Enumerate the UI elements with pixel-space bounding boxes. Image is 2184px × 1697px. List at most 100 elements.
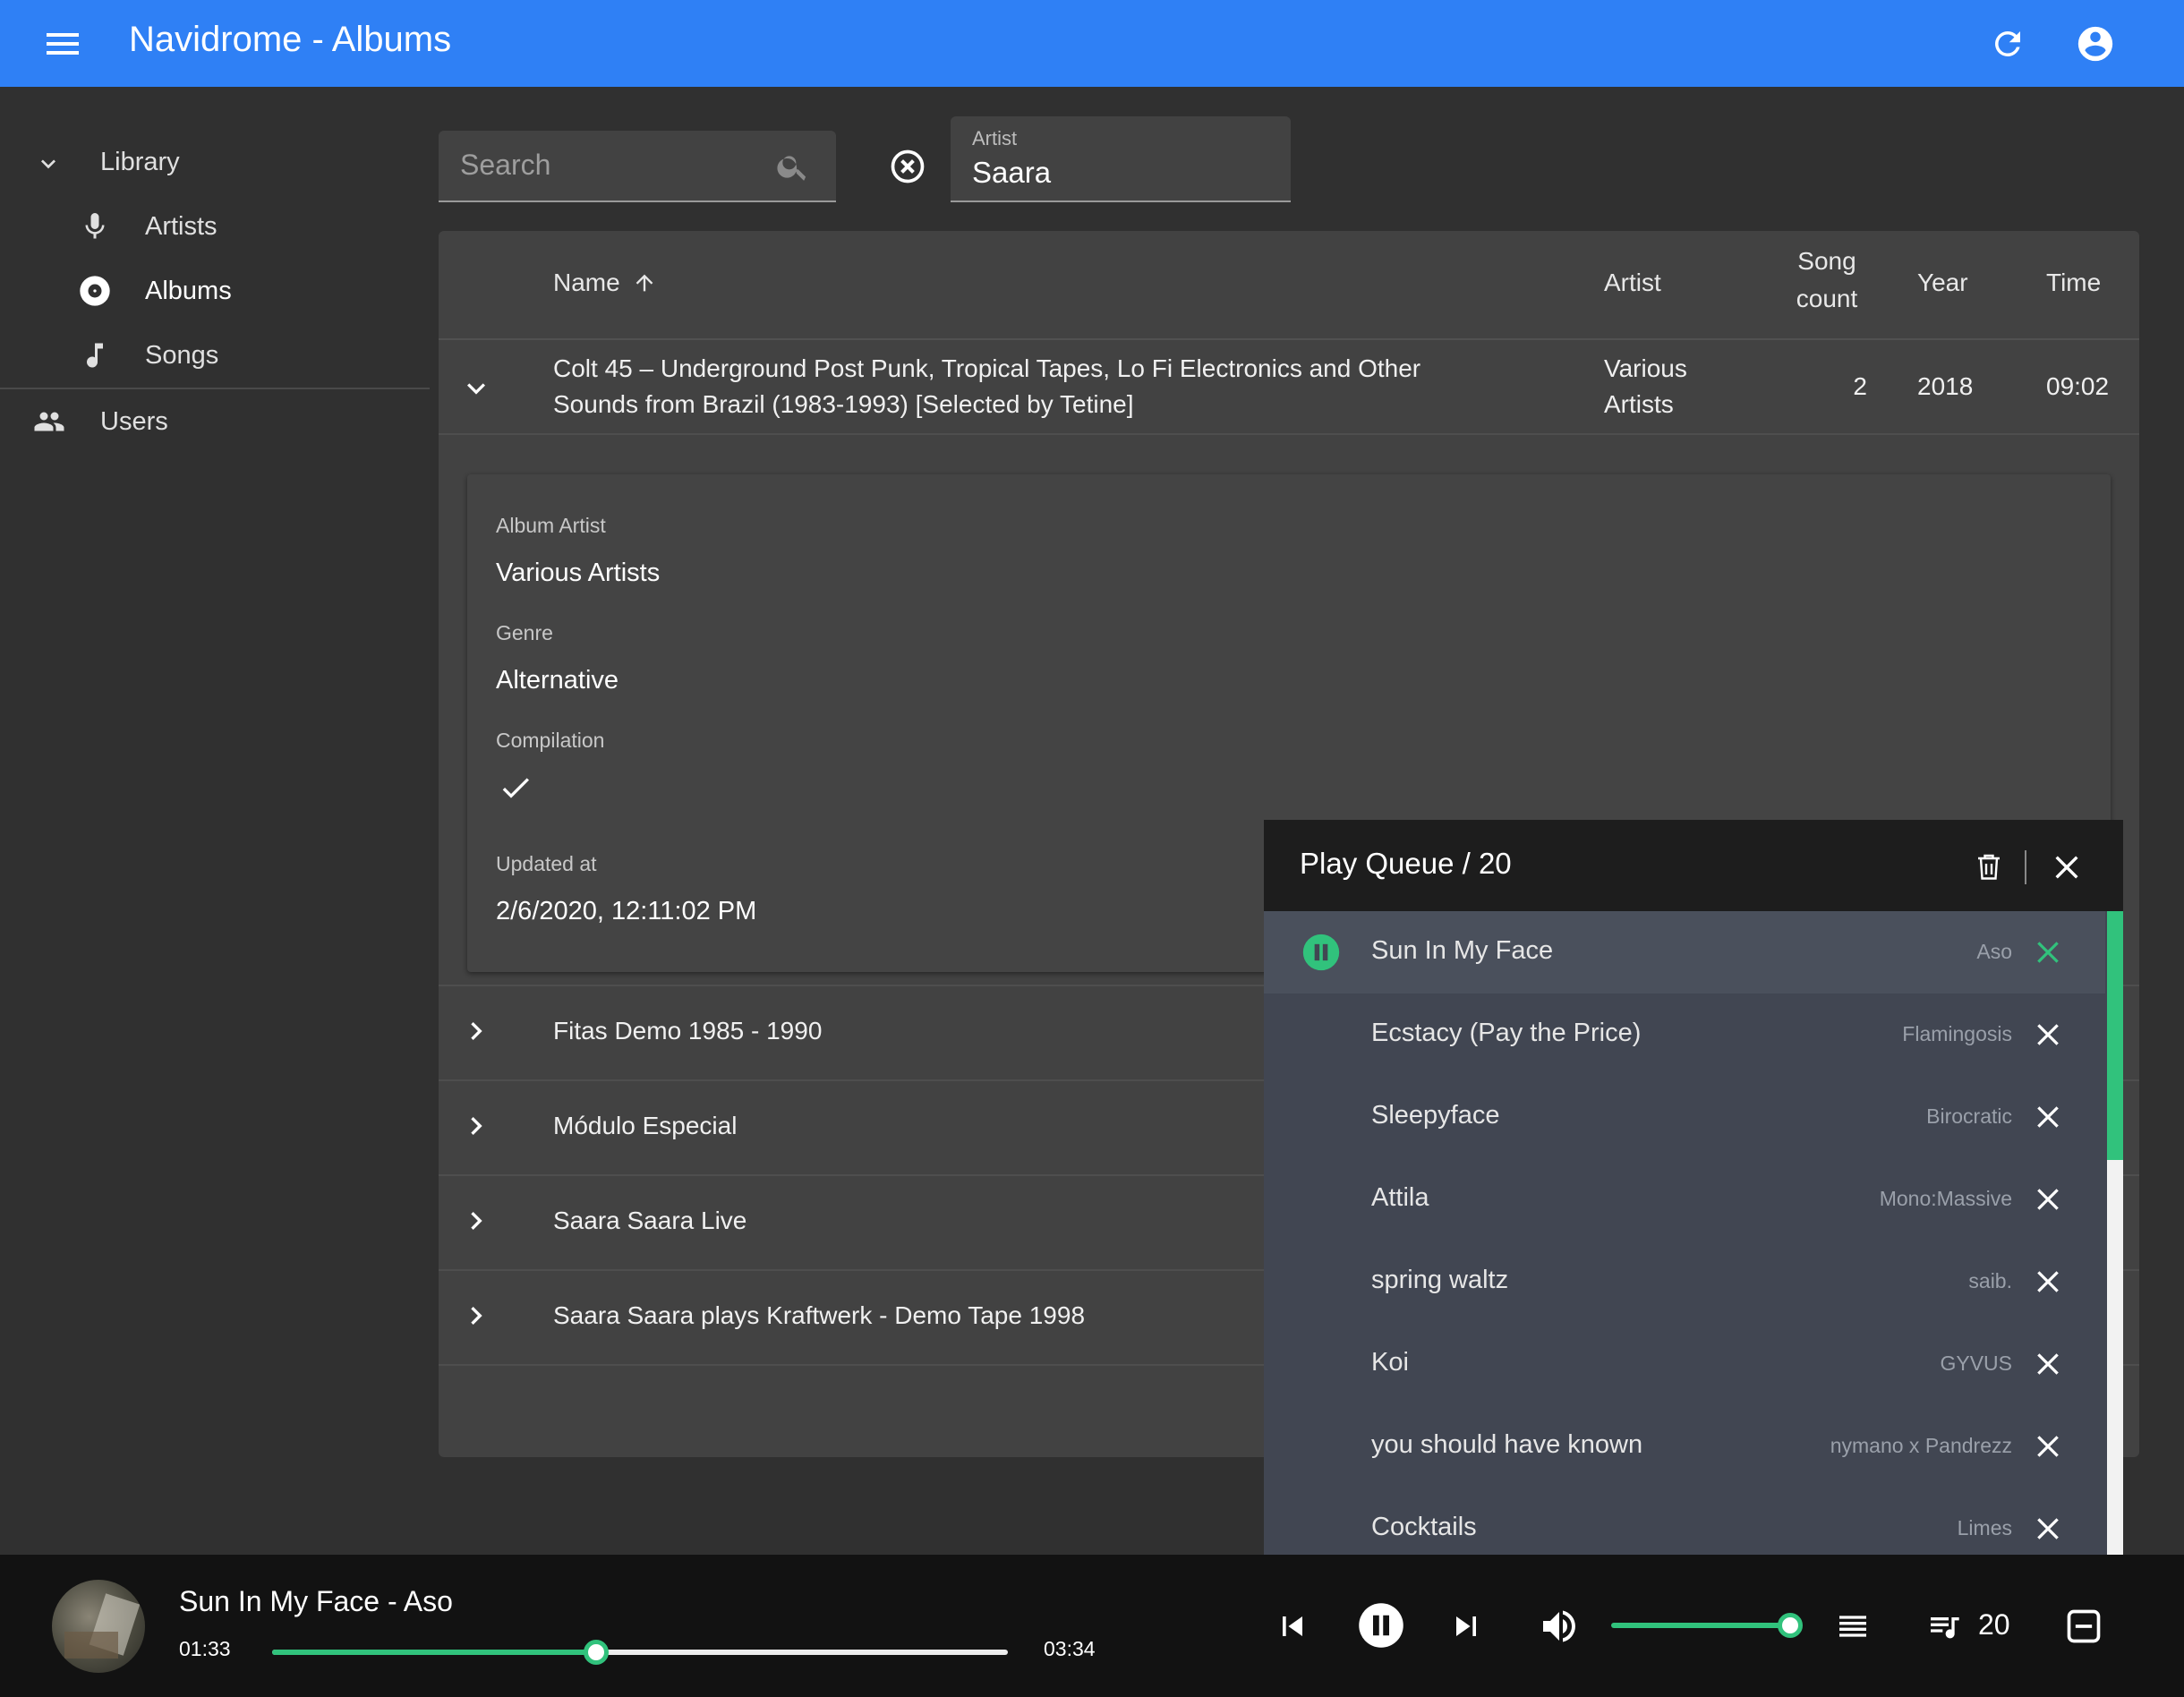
column-header-artist[interactable]: Artist	[1604, 269, 1661, 297]
album-year: 2018	[1917, 372, 1974, 400]
clear-filter-icon[interactable]	[888, 147, 927, 191]
queue-item[interactable]: Attila Mono:Massive	[1264, 1158, 2105, 1241]
genre-value: Alternative	[496, 666, 619, 695]
search-icon	[775, 149, 811, 189]
sidebar-item-users[interactable]: Users	[0, 389, 430, 454]
chevron-right-icon[interactable]	[458, 1298, 494, 1338]
skip-previous-icon[interactable]	[1273, 1607, 1312, 1650]
queue-item[interactable]: Ecstacy (Pay the Price) Flamingosis	[1264, 993, 2105, 1076]
album-cover[interactable]	[52, 1580, 145, 1673]
remove-icon[interactable]	[2034, 1020, 2062, 1053]
sidebar-item-label: Songs	[145, 340, 219, 370]
queue-item[interactable]: Sun In My Face Aso	[1264, 911, 2105, 993]
queue-item[interactable]: you should have known nymano x Pandrezz	[1264, 1405, 2105, 1488]
total-time: 03:34	[1044, 1637, 1096, 1660]
trash-icon[interactable]	[1973, 848, 2005, 889]
sidebar-item-albums[interactable]: Albums	[0, 259, 430, 323]
menu-icon[interactable]	[45, 30, 81, 58]
updated-at-value: 2/6/2020, 12:11:02 PM	[496, 897, 757, 925]
queue-item[interactable]: Koi GYVUS	[1264, 1323, 2105, 1405]
queue-item-title: Koi	[1371, 1348, 1409, 1377]
artist-filter-value: Saara	[972, 156, 1052, 189]
current-time: 01:33	[179, 1637, 231, 1660]
queue-item-artist: GYVUS	[1940, 1352, 2012, 1375]
skip-next-icon[interactable]	[1446, 1607, 1486, 1650]
remove-icon[interactable]	[2034, 1185, 2062, 1218]
column-header-time[interactable]: Time	[2046, 269, 2101, 297]
album-name: Módulo Especial	[553, 1112, 738, 1139]
search-input[interactable]: Search	[439, 131, 836, 202]
sidebar-item-label: Users	[100, 406, 168, 436]
queue-item-title: Cocktails	[1371, 1513, 1477, 1541]
column-header-label: Name	[553, 269, 620, 296]
column-header-song-count[interactable]: Song count	[1787, 247, 1867, 313]
header-separator	[2025, 850, 2026, 884]
search-placeholder: Search	[460, 149, 551, 181]
volume-icon[interactable]	[1538, 1605, 1581, 1652]
remove-icon[interactable]	[2034, 938, 2062, 971]
updated-at-label: Updated at	[496, 852, 597, 875]
remove-icon[interactable]	[2034, 1514, 2062, 1548]
column-header-name[interactable]: Name	[553, 269, 653, 297]
volume-handle[interactable]	[1778, 1613, 1803, 1638]
album-name: Saara Saara Live	[553, 1207, 747, 1234]
queue-item-artist: Limes	[1957, 1516, 2012, 1539]
queue-item-title: Ecstacy (Pay the Price)	[1371, 1019, 1642, 1047]
queue-item-artist: Mono:Massive	[1879, 1187, 2012, 1210]
app-title: Navidrome - Albums	[129, 20, 452, 59]
column-header-year[interactable]: Year	[1917, 269, 1968, 297]
progress-handle[interactable]	[583, 1640, 609, 1665]
queue-item[interactable]: Cocktails Limes	[1264, 1488, 2105, 1556]
album-name: Colt 45 – Underground Post Punk, Tropica…	[553, 351, 1420, 422]
queue-item-title: Attila	[1371, 1183, 1429, 1212]
sidebar-item-label: Artists	[145, 211, 218, 241]
album-name: Fitas Demo 1985 - 1990	[553, 1017, 823, 1045]
remove-icon[interactable]	[2034, 1432, 2062, 1465]
queue-count: 20	[1978, 1608, 2010, 1641]
sidebar-item-library[interactable]: Library	[0, 130, 430, 194]
sidebar-item-artists[interactable]: Artists	[0, 194, 430, 259]
microphone-icon	[79, 209, 111, 244]
chevron-right-icon[interactable]	[458, 1203, 494, 1243]
queue-item-title: spring waltz	[1371, 1266, 1509, 1294]
chevron-right-icon[interactable]	[458, 1013, 494, 1053]
pause-icon[interactable]	[1301, 933, 1341, 976]
queue-item-artist: Flamingosis	[1902, 1022, 2012, 1045]
minimize-player-icon[interactable]	[2064, 1607, 2103, 1650]
account-circle-icon[interactable]	[2075, 23, 2116, 69]
column-header-label: count	[1796, 285, 1858, 312]
queue-item-title: you should have known	[1371, 1430, 1643, 1459]
queue-item-title: Sleepyface	[1371, 1101, 1500, 1130]
queue-item-artist: Aso	[1976, 940, 2012, 963]
remove-icon[interactable]	[2034, 1267, 2062, 1300]
artist-filter-label: Artist	[972, 127, 1018, 149]
queue-scrollbar-thumb[interactable]	[2107, 911, 2123, 1160]
chevron-down-icon[interactable]	[458, 371, 494, 411]
refresh-icon[interactable]	[1989, 25, 2026, 67]
chevron-right-icon[interactable]	[458, 1108, 494, 1148]
remove-icon[interactable]	[2034, 1350, 2062, 1383]
genre-label: Genre	[496, 621, 553, 644]
play-queue-title: Play Queue / 20	[1300, 847, 1512, 880]
album-disc-icon	[77, 273, 113, 309]
album-artist-line: Artists	[1604, 390, 1674, 418]
queue-item-title: Sun In My Face	[1371, 936, 1554, 965]
volume-slider[interactable]	[1611, 1613, 1803, 1638]
queue-music-icon[interactable]	[1924, 1608, 1964, 1649]
album-artist-value: Various Artists	[496, 559, 661, 587]
pause-icon[interactable]	[1357, 1601, 1405, 1654]
queue-item[interactable]: Sleepyface Birocratic	[1264, 1076, 2105, 1158]
queue-item[interactable]: spring waltz saib.	[1264, 1241, 2105, 1323]
close-icon[interactable]	[2052, 852, 2082, 887]
playlist-lines-icon[interactable]	[1835, 1608, 1871, 1649]
progress-bar[interactable]	[272, 1640, 1008, 1665]
player-bar: Sun In My Face - Aso 01:33 03:34 20	[0, 1555, 2184, 1697]
progress-fill	[272, 1650, 596, 1655]
play-queue-header: Play Queue / 20	[1264, 820, 2123, 911]
play-queue-panel: Play Queue / 20 Sun In My Face Aso Ecsta…	[1264, 820, 2123, 1556]
compilation-label: Compilation	[496, 729, 605, 752]
album-artist: Various Artists	[1604, 351, 1687, 422]
sidebar-item-songs[interactable]: Songs	[0, 323, 430, 388]
remove-icon[interactable]	[2034, 1103, 2062, 1136]
artist-filter-field[interactable]: Artist Saara	[951, 116, 1291, 202]
